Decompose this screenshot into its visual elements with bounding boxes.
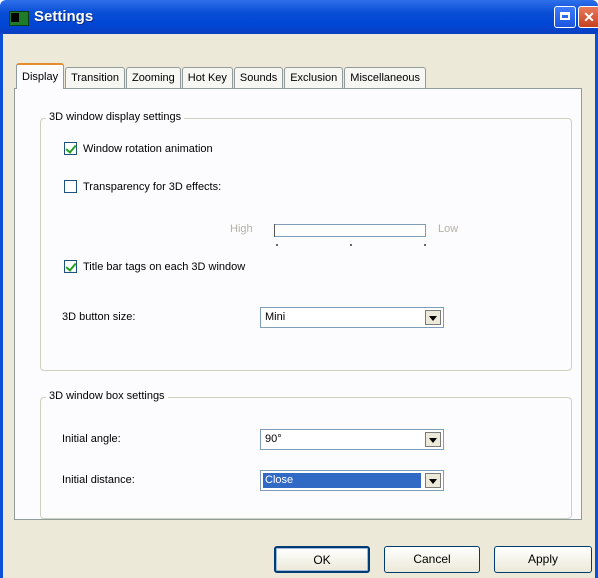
- box-settings-group-label: 3D window box settings: [46, 390, 168, 402]
- initial-distance-value: Close: [263, 473, 421, 488]
- tab-zooming[interactable]: Zooming: [125, 67, 181, 88]
- checkbox-checked-icon: [64, 260, 77, 273]
- chevron-down-icon[interactable]: [425, 432, 441, 447]
- checkbox-checked-icon: [64, 142, 77, 155]
- transparency-checkbox[interactable]: Transparency for 3D effects:: [64, 180, 221, 193]
- restore-icon: [560, 12, 570, 20]
- initial-distance-select[interactable]: Close: [260, 470, 444, 491]
- restore-button[interactable]: [554, 6, 576, 28]
- transparency-slider[interactable]: [274, 224, 426, 237]
- slider-tick: [276, 244, 278, 246]
- title-bar-tags-label: Title bar tags on each 3D window: [83, 260, 246, 273]
- tab-miscellaneous[interactable]: Miscellaneous: [344, 67, 426, 88]
- box-settings-group: [40, 397, 572, 519]
- chevron-down-icon[interactable]: [425, 310, 441, 325]
- initial-angle-label: Initial angle:: [62, 433, 121, 445]
- slider-high-label: High: [230, 223, 253, 235]
- initial-angle-value: 90°: [265, 433, 282, 445]
- initial-angle-select[interactable]: 90°: [260, 429, 444, 450]
- window-rotation-animation-label: Window rotation animation: [83, 142, 213, 155]
- close-icon: ✕: [583, 9, 595, 25]
- window-title: Settings: [34, 8, 94, 25]
- tab-hot-key[interactable]: Hot Key: [181, 67, 233, 88]
- display-settings-group: [40, 118, 572, 371]
- slider-tick: [350, 244, 352, 246]
- chevron-down-icon[interactable]: [425, 473, 441, 488]
- checkbox-unchecked-icon: [64, 180, 77, 193]
- button-size-label: 3D button size:: [62, 311, 136, 323]
- button-size-value: Mini: [265, 311, 286, 323]
- initial-distance-label: Initial distance:: [62, 474, 135, 486]
- slider-low-label: Low: [438, 223, 459, 235]
- tab-sounds[interactable]: Sounds: [233, 67, 284, 88]
- tab-transition[interactable]: Transition: [65, 67, 125, 88]
- title-bar[interactable]: Settings ✕: [0, 0, 598, 34]
- button-size-select[interactable]: Mini: [260, 307, 444, 328]
- window-rotation-animation-checkbox[interactable]: Window rotation animation: [64, 142, 213, 155]
- slider-tick: [424, 244, 426, 246]
- transparency-label: Transparency for 3D effects:: [83, 180, 222, 193]
- apply-button[interactable]: Apply: [494, 546, 592, 573]
- tab-display[interactable]: Display: [16, 63, 65, 89]
- cancel-button[interactable]: Cancel: [384, 546, 480, 573]
- title-bar-tags-checkbox[interactable]: Title bar tags on each 3D window: [64, 260, 245, 273]
- app-icon: [9, 11, 29, 26]
- tab-exclusion[interactable]: Exclusion: [284, 67, 344, 88]
- ok-button[interactable]: OK: [274, 546, 370, 573]
- close-button[interactable]: ✕: [578, 6, 598, 28]
- display-settings-group-label: 3D window display settings: [46, 111, 185, 123]
- tab-strip: Display Transition Zooming Hot Key Sound…: [16, 63, 427, 89]
